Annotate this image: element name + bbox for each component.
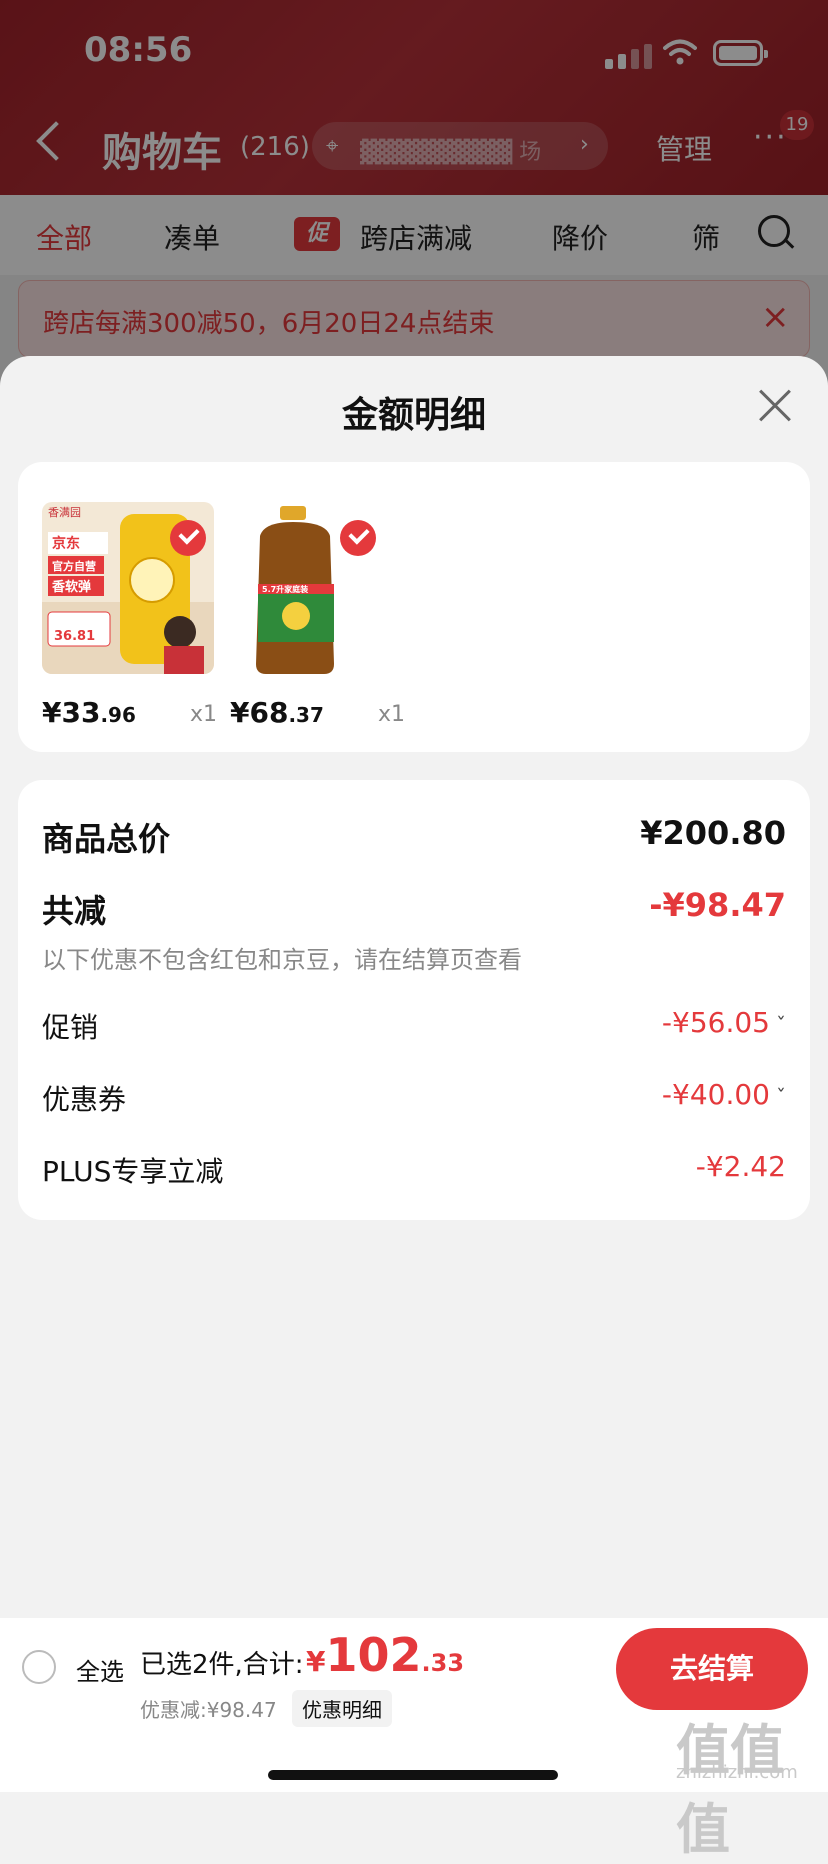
rice-tag1-text: 官方自营 — [52, 559, 96, 573]
checked-icon[interactable] — [170, 520, 206, 556]
discount-value: -¥98.47 — [649, 886, 786, 924]
chevron-down-icon: ˇ — [776, 1085, 786, 1109]
promo-amount: -¥56.05 — [661, 1006, 770, 1039]
product-qty: x1 — [190, 702, 218, 727]
select-all-label[interactable]: 全选 — [76, 1652, 124, 1687]
rice-brand-text: 香满园 — [48, 506, 81, 519]
price-dec: .96 — [100, 703, 136, 727]
select-all-checkbox[interactable] — [22, 1650, 56, 1684]
discount-detail-button[interactable]: 优惠明细 — [292, 1690, 392, 1727]
checkout-button[interactable]: 去结算 — [616, 1628, 808, 1710]
plus-label: PLUS专享立减 — [42, 1155, 224, 1188]
sheet-title: 金额明细 — [341, 395, 486, 436]
oil-label-text: 5.7升家庭装 — [262, 584, 308, 594]
product-item[interactable]: 5.7升家庭装 ¥68.37 x1 — [230, 502, 405, 729]
product-qty: x1 — [378, 702, 406, 727]
promo-label: 促销 — [42, 1011, 99, 1044]
price-int: ¥68 — [230, 696, 289, 729]
promo-value: -¥56.05 ˇ — [662, 1006, 786, 1039]
coupon-value: -¥40.00 ˇ — [662, 1078, 786, 1111]
discount-label: 共减 — [42, 892, 107, 930]
product-price: ¥68.37 — [230, 696, 324, 729]
checked-icon[interactable] — [340, 520, 376, 556]
price-int: ¥33 — [42, 696, 101, 729]
watermark-url: zhizhizhi.com — [676, 1762, 798, 1783]
plus-value: -¥2.42 — [695, 1150, 786, 1183]
coupon-amount: -¥40.00 — [661, 1078, 770, 1111]
product-price: ¥33.96 — [42, 696, 136, 729]
price-summary-card: 商品总价 ¥200.80 共减 -¥98.47 以下优惠不包含红包和京豆，请在结… — [18, 780, 810, 1220]
total-value: ¥200.80 — [640, 814, 786, 852]
discount-note: 以下优惠不包含红包和京豆，请在结算页查看 — [42, 946, 522, 974]
total-int: 102 — [325, 1628, 422, 1682]
home-indicator[interactable] — [268, 1770, 558, 1780]
total-symbol: ¥ — [306, 1645, 326, 1678]
price-dec: .37 — [288, 703, 324, 727]
product-image-oil: 5.7升家庭装 — [230, 502, 402, 674]
selected-summary: 已选2件,合计: — [140, 1650, 304, 1680]
rice-shop-text: 京东 — [52, 535, 80, 552]
saved-amount: 优惠减:¥98.47 — [140, 1698, 277, 1722]
close-icon[interactable] — [756, 388, 792, 424]
total-price: ¥102.33 — [306, 1628, 464, 1682]
product-item[interactable]: 香满园 京东 官方自营 香软弹 36.81 ¥33.96 x1 — [42, 502, 217, 729]
total-label: 商品总价 — [42, 820, 171, 858]
rice-tag2-text: 香软弹 — [51, 579, 91, 595]
chevron-down-icon: ˇ — [776, 1013, 786, 1037]
watermark-logo: 值值值 — [676, 1719, 784, 1861]
product-card: 香满园 京东 官方自营 香软弹 36.81 ¥33.96 x1 5.7升家庭装 … — [18, 462, 810, 752]
total-dec: .33 — [421, 1649, 465, 1677]
rice-price-text: 36.81 — [54, 629, 95, 644]
coupon-label: 优惠券 — [42, 1083, 127, 1116]
amount-detail-sheet: 金额明细 香满园 京东 官方自营 香软弹 36.81 ¥33.96 x1 5.7… — [0, 356, 828, 1792]
